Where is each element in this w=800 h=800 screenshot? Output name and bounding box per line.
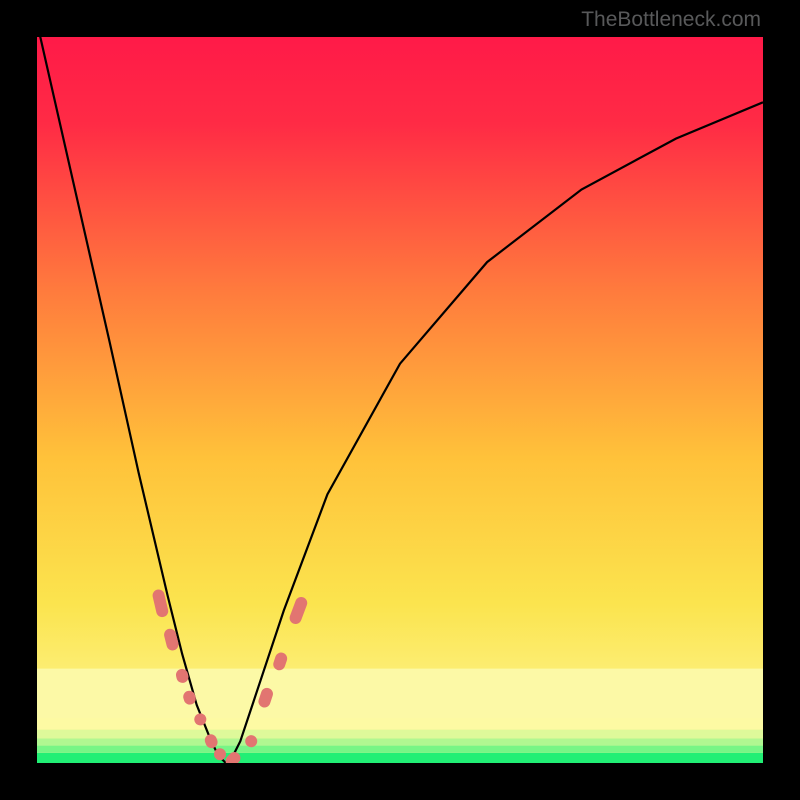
curve-marker <box>257 686 275 709</box>
curve-markers <box>151 588 309 763</box>
curve-layer <box>37 37 763 763</box>
bottleneck-curve <box>37 37 763 763</box>
watermark-text: TheBottleneck.com <box>581 8 761 32</box>
curve-marker <box>288 595 309 625</box>
curve-marker <box>203 732 219 749</box>
chart-frame: TheBottleneck.com <box>0 0 800 800</box>
plot-area <box>37 37 763 763</box>
curve-marker <box>182 689 197 706</box>
curve-marker <box>223 750 243 763</box>
curve-marker <box>272 651 289 672</box>
curve-marker <box>244 734 259 749</box>
